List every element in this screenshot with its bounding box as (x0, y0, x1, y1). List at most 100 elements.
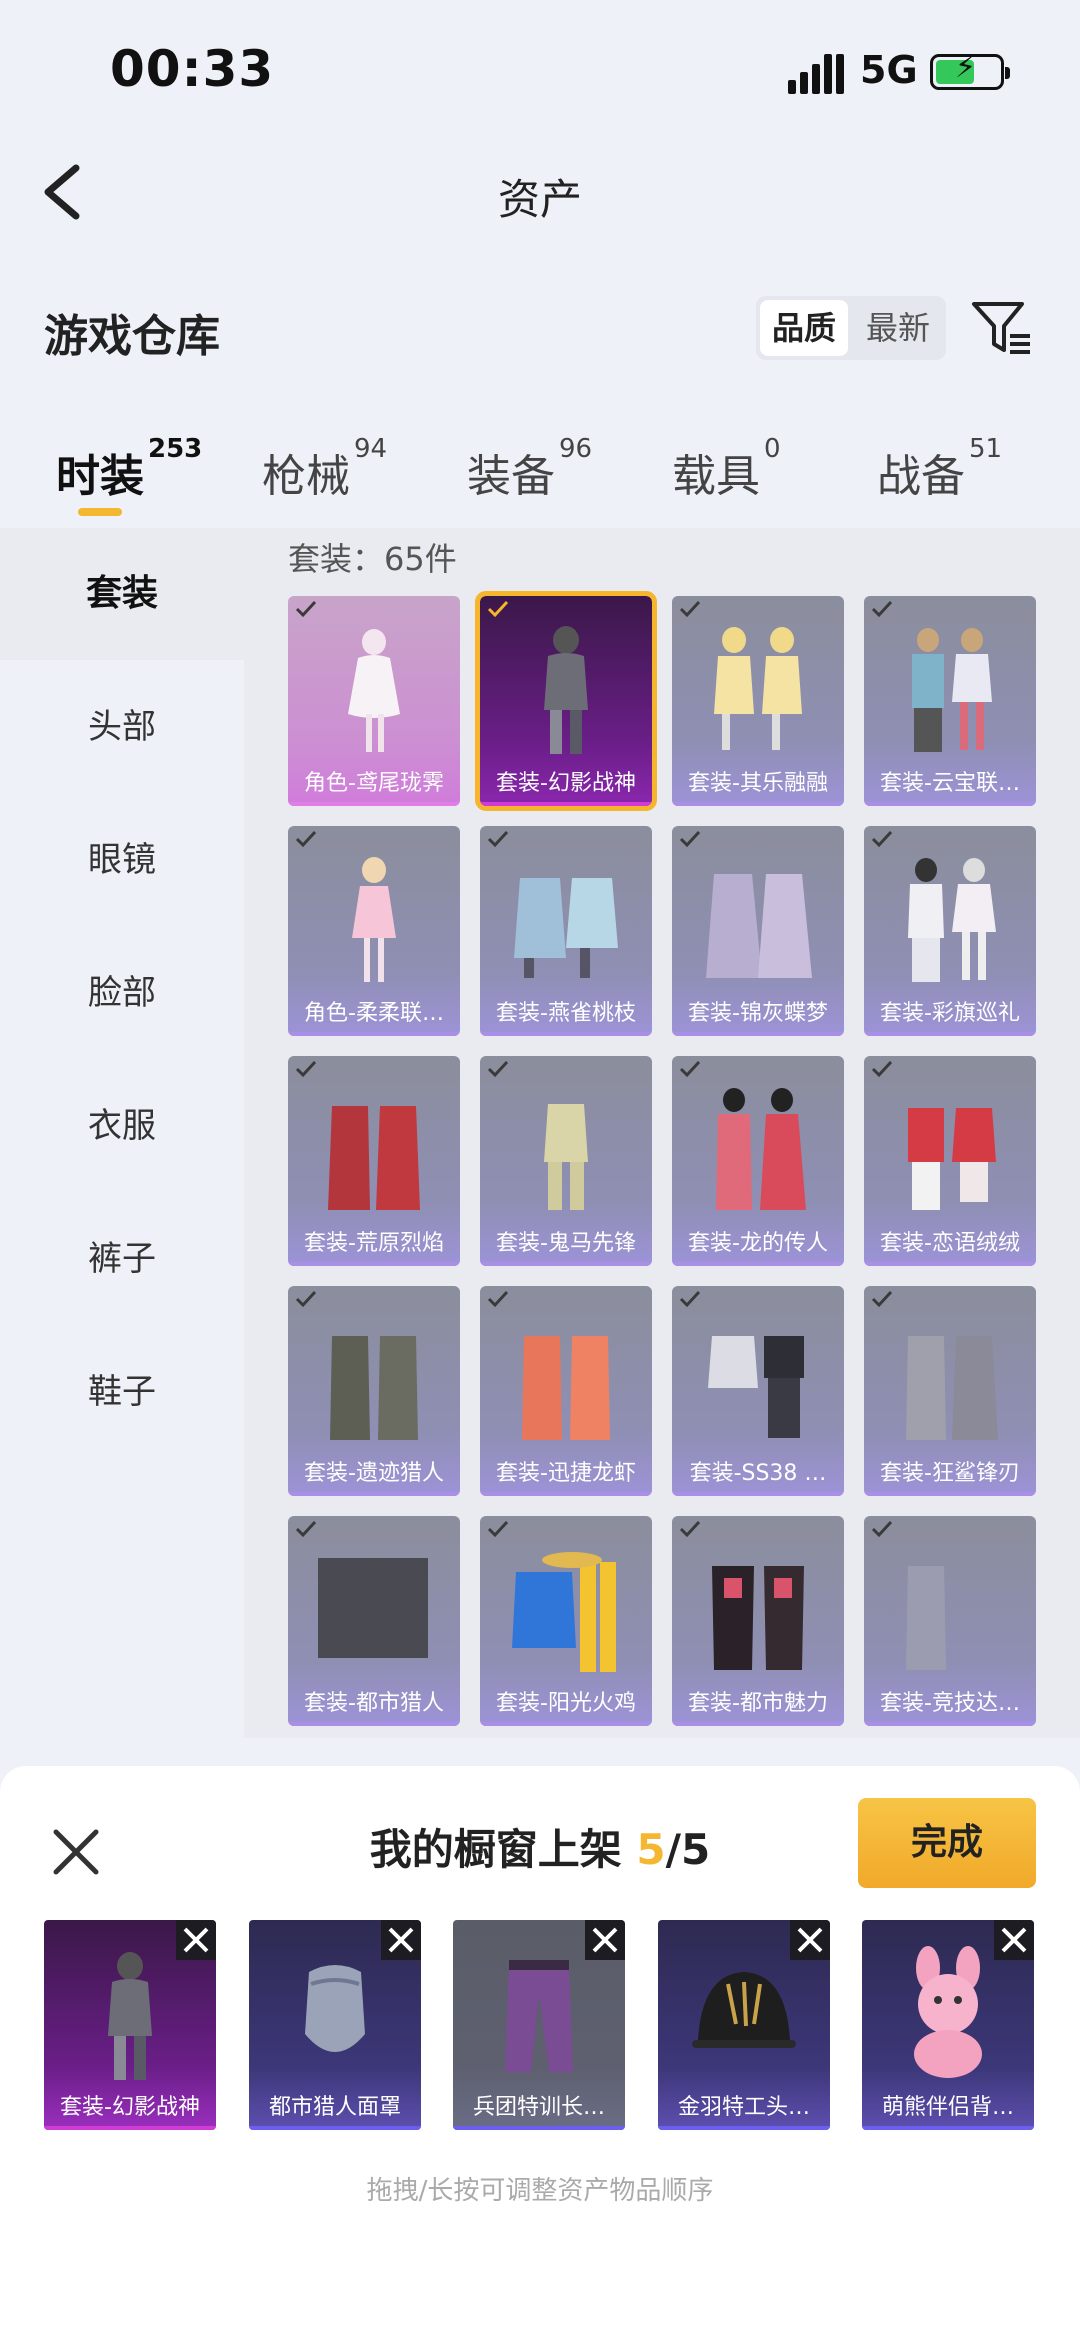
item-label: 套装-都市猎人 (288, 1682, 460, 1726)
item-card[interactable]: 套装-遗迹猎人 (288, 1286, 460, 1496)
item-card[interactable]: 套装-都市魅力 (672, 1516, 844, 1726)
item-label: 套装-幻影战神 (480, 762, 652, 806)
item-label: 套装-阳光火鸡 (480, 1682, 652, 1726)
signal-icon (788, 54, 844, 94)
showcase-item[interactable]: 萌熊伴侣背… (862, 1920, 1034, 2130)
sort-toggle: 品质 最新 (756, 296, 946, 360)
mask-image (305, 1965, 365, 2052)
item-card[interactable]: 套装-燕雀桃枝 (480, 826, 652, 1036)
item-label: 套装-狂鲨锋刃 (864, 1452, 1036, 1496)
item-card[interactable]: 套装-恋语绒绒 (864, 1056, 1036, 1266)
remove-icon[interactable] (790, 1920, 830, 1960)
remove-icon[interactable] (994, 1920, 1034, 1960)
check-icon (295, 830, 317, 848)
item-card[interactable]: 套装-SS38 … (672, 1286, 844, 1496)
sidebar-item-face[interactable]: 脸部 (0, 927, 244, 1059)
outfit-image (908, 858, 996, 982)
sidebar-item-shoes[interactable]: 鞋子 (0, 1326, 244, 1458)
tab-count: 51 (969, 434, 1003, 464)
item-label: 套装-恋语绒绒 (864, 1222, 1036, 1266)
check-icon (295, 1060, 317, 1078)
check-icon (487, 1060, 509, 1078)
outfit-image (512, 1552, 616, 1672)
item-card[interactable]: 套装-都市猎人 (288, 1516, 460, 1726)
remove-icon[interactable] (176, 1920, 216, 1960)
item-label: 套装-彩旗巡礼 (864, 992, 1036, 1036)
item-label: 都市猎人面罩 (249, 2086, 421, 2130)
check-icon (295, 600, 317, 618)
page-title: 资产 (497, 175, 582, 224)
item-label: 套装-燕雀桃枝 (480, 992, 652, 1036)
item-card[interactable]: 套装-荒原烈焰 (288, 1056, 460, 1266)
showcase-item[interactable]: 都市猎人面罩 (249, 1920, 421, 2130)
sheet-current-count: 5 (636, 1825, 666, 1874)
check-icon (487, 830, 509, 848)
item-label: 套装-SS38 … (672, 1452, 844, 1496)
sort-newest-option[interactable]: 最新 (854, 300, 942, 356)
sidebar-item-head[interactable]: 头部 (0, 661, 244, 793)
remove-icon[interactable] (381, 1920, 421, 1960)
showcase-item[interactable]: 套装-幻影战神 (44, 1920, 216, 2130)
item-count: 套装：65件 (288, 540, 457, 578)
item-card[interactable]: 套装-锦灰蝶梦 (672, 826, 844, 1036)
network-label: 5G (860, 48, 918, 92)
item-card[interactable]: 套装-彩旗巡礼 (864, 826, 1036, 1036)
outfit-image (328, 1106, 420, 1210)
item-label: 套装-幻影战神 (44, 2086, 216, 2130)
pants-image (505, 1960, 573, 2072)
tab-guns[interactable]: 枪械94 (262, 434, 387, 504)
item-card[interactable]: 角色-柔柔联… (288, 826, 460, 1036)
outfit-image (522, 1336, 610, 1440)
outfit-image (706, 874, 812, 978)
sort-quality-option[interactable]: 品质 (760, 300, 848, 356)
outfit-image (544, 626, 588, 754)
item-card[interactable]: 套装-云宝联… (864, 596, 1036, 806)
tab-label: 战备 (877, 451, 965, 502)
item-card[interactable]: 套装-阳光火鸡 (480, 1516, 652, 1726)
outfit-image (348, 629, 400, 752)
check-icon (871, 1290, 893, 1308)
item-label: 套装-龙的传人 (672, 1222, 844, 1266)
filter-icon[interactable] (970, 296, 1034, 360)
sidebar-item-glasses[interactable]: 眼镜 (0, 794, 244, 926)
item-card-selected[interactable]: 套装-幻影战神 (475, 591, 657, 811)
outfit-image (544, 1104, 588, 1210)
tab-fashion[interactable]: 时装253 (56, 434, 202, 504)
showcase-item[interactable]: 金羽特工头… (658, 1920, 830, 2130)
tab-count: 0 (764, 434, 781, 464)
outfit-image (708, 1336, 804, 1438)
tab-vehicles[interactable]: 载具0 (672, 434, 781, 504)
category-tabs: 时装253 枪械94 装备96 载具0 战备51 (0, 430, 1080, 530)
tab-count: 96 (559, 434, 593, 464)
showcase-item[interactable]: 兵团特训长… (453, 1920, 625, 2130)
sidebar-item-suit[interactable]: 套装 (0, 528, 244, 660)
item-label: 套装-竞技达… (864, 1682, 1036, 1726)
item-card[interactable]: 套装-迅捷龙虾 (480, 1286, 652, 1496)
done-button[interactable]: 完成 (858, 1798, 1036, 1888)
item-card[interactable]: 角色-鸢尾珑霁 (288, 596, 460, 806)
check-icon (679, 1520, 701, 1538)
item-label: 套装-锦灰蝶梦 (672, 992, 844, 1036)
item-card[interactable]: 套装-龙的传人 (672, 1056, 844, 1266)
outfit-image (712, 1566, 804, 1670)
outfit-image (912, 628, 992, 752)
item-card[interactable]: 套装-竞技达… (864, 1516, 1036, 1726)
remove-icon[interactable] (585, 1920, 625, 1960)
content-area: 套装 头部 眼镜 脸部 衣服 裤子 鞋子 套装：65件 角色-鸢尾珑霁 套装-幻… (0, 528, 1080, 2228)
tab-equipment[interactable]: 装备96 (467, 434, 592, 504)
check-icon (871, 1060, 893, 1078)
item-card[interactable]: 套装-其乐融融 (672, 596, 844, 806)
item-label: 套装-鬼马先锋 (480, 1222, 652, 1266)
reorder-hint: 拖拽/长按可调整资产物品顺序 (366, 2176, 714, 2206)
tab-combat-gear[interactable]: 战备51 (877, 434, 1002, 504)
item-label: 兵团特训长… (453, 2086, 625, 2130)
item-label: 套装-荒原烈焰 (288, 1222, 460, 1266)
item-card[interactable]: 套装-狂鲨锋刃 (864, 1286, 1036, 1496)
sidebar-item-pants[interactable]: 裤子 (0, 1193, 244, 1325)
outfit-image (906, 1336, 998, 1440)
helmet-image (692, 1972, 796, 2048)
status-bar: 00:33 5G ⚡ (0, 0, 1080, 140)
sidebar-item-clothes[interactable]: 衣服 (0, 1060, 244, 1192)
item-label: 角色-柔柔联… (288, 992, 460, 1036)
item-card[interactable]: 套装-鬼马先锋 (480, 1056, 652, 1266)
